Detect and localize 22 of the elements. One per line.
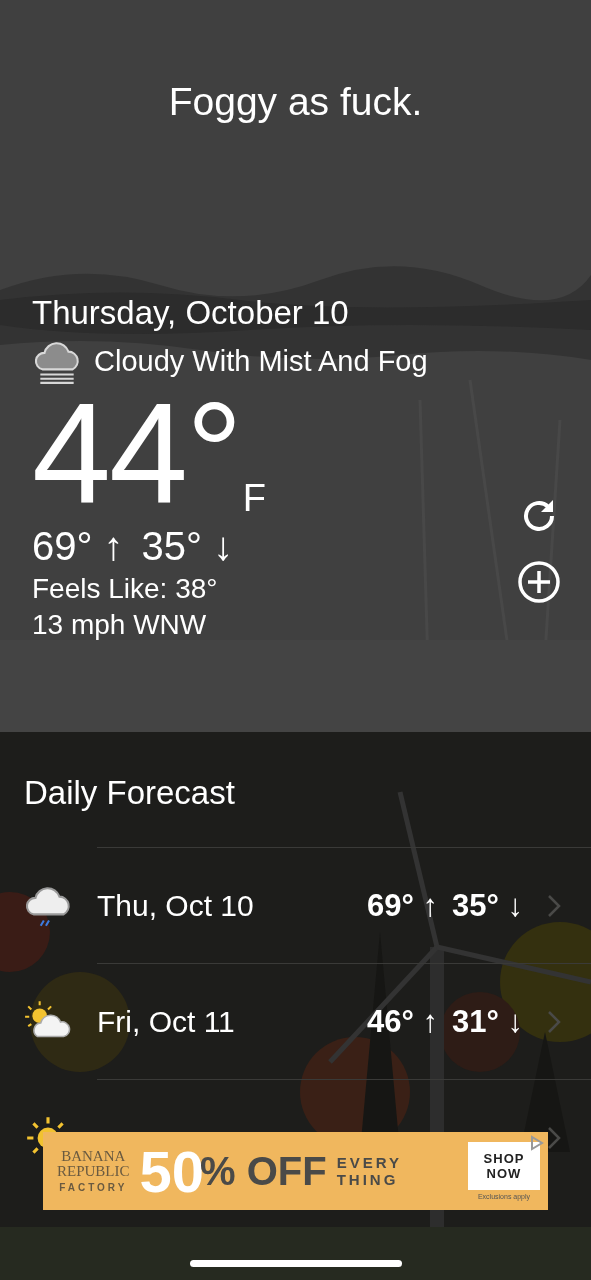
chevron-icon[interactable] [547, 1125, 561, 1150]
date-text: Thursday, October 10 [32, 294, 350, 332]
add-icon[interactable] [517, 560, 561, 604]
temperature: 44° [32, 382, 241, 524]
ad-tagline: THING [336, 1171, 400, 1189]
low-temperature: 35° ↓ [141, 524, 234, 569]
day-text: Fri, Oct 11 [97, 1004, 236, 1039]
unit-text: F [242, 477, 266, 520]
low-temperature: 31° ↓ [452, 1003, 523, 1040]
wind-text: 13 mph WNW [32, 609, 207, 641]
condition-text: Cloudy With Mist And Fog [94, 344, 428, 378]
headline: Foggy as fuck. [167, 79, 424, 124]
shop-now-button[interactable]: SHOP NOW [468, 1142, 540, 1190]
ad-tagline: EVERY [336, 1153, 402, 1171]
brand-text: REPUBLIC [57, 1164, 130, 1180]
brand-text: FACTORY [59, 1183, 128, 1194]
section-title: Daily Forecast [23, 773, 236, 813]
day-text: Thu, Oct 10 [97, 888, 255, 923]
high-temperature: 69° ↑ [32, 524, 124, 569]
low-temperature: 35° ↓ [452, 887, 523, 924]
feels-like-text: Feels Like: 38° [32, 573, 218, 605]
brand-text: BANANA [61, 1148, 126, 1165]
